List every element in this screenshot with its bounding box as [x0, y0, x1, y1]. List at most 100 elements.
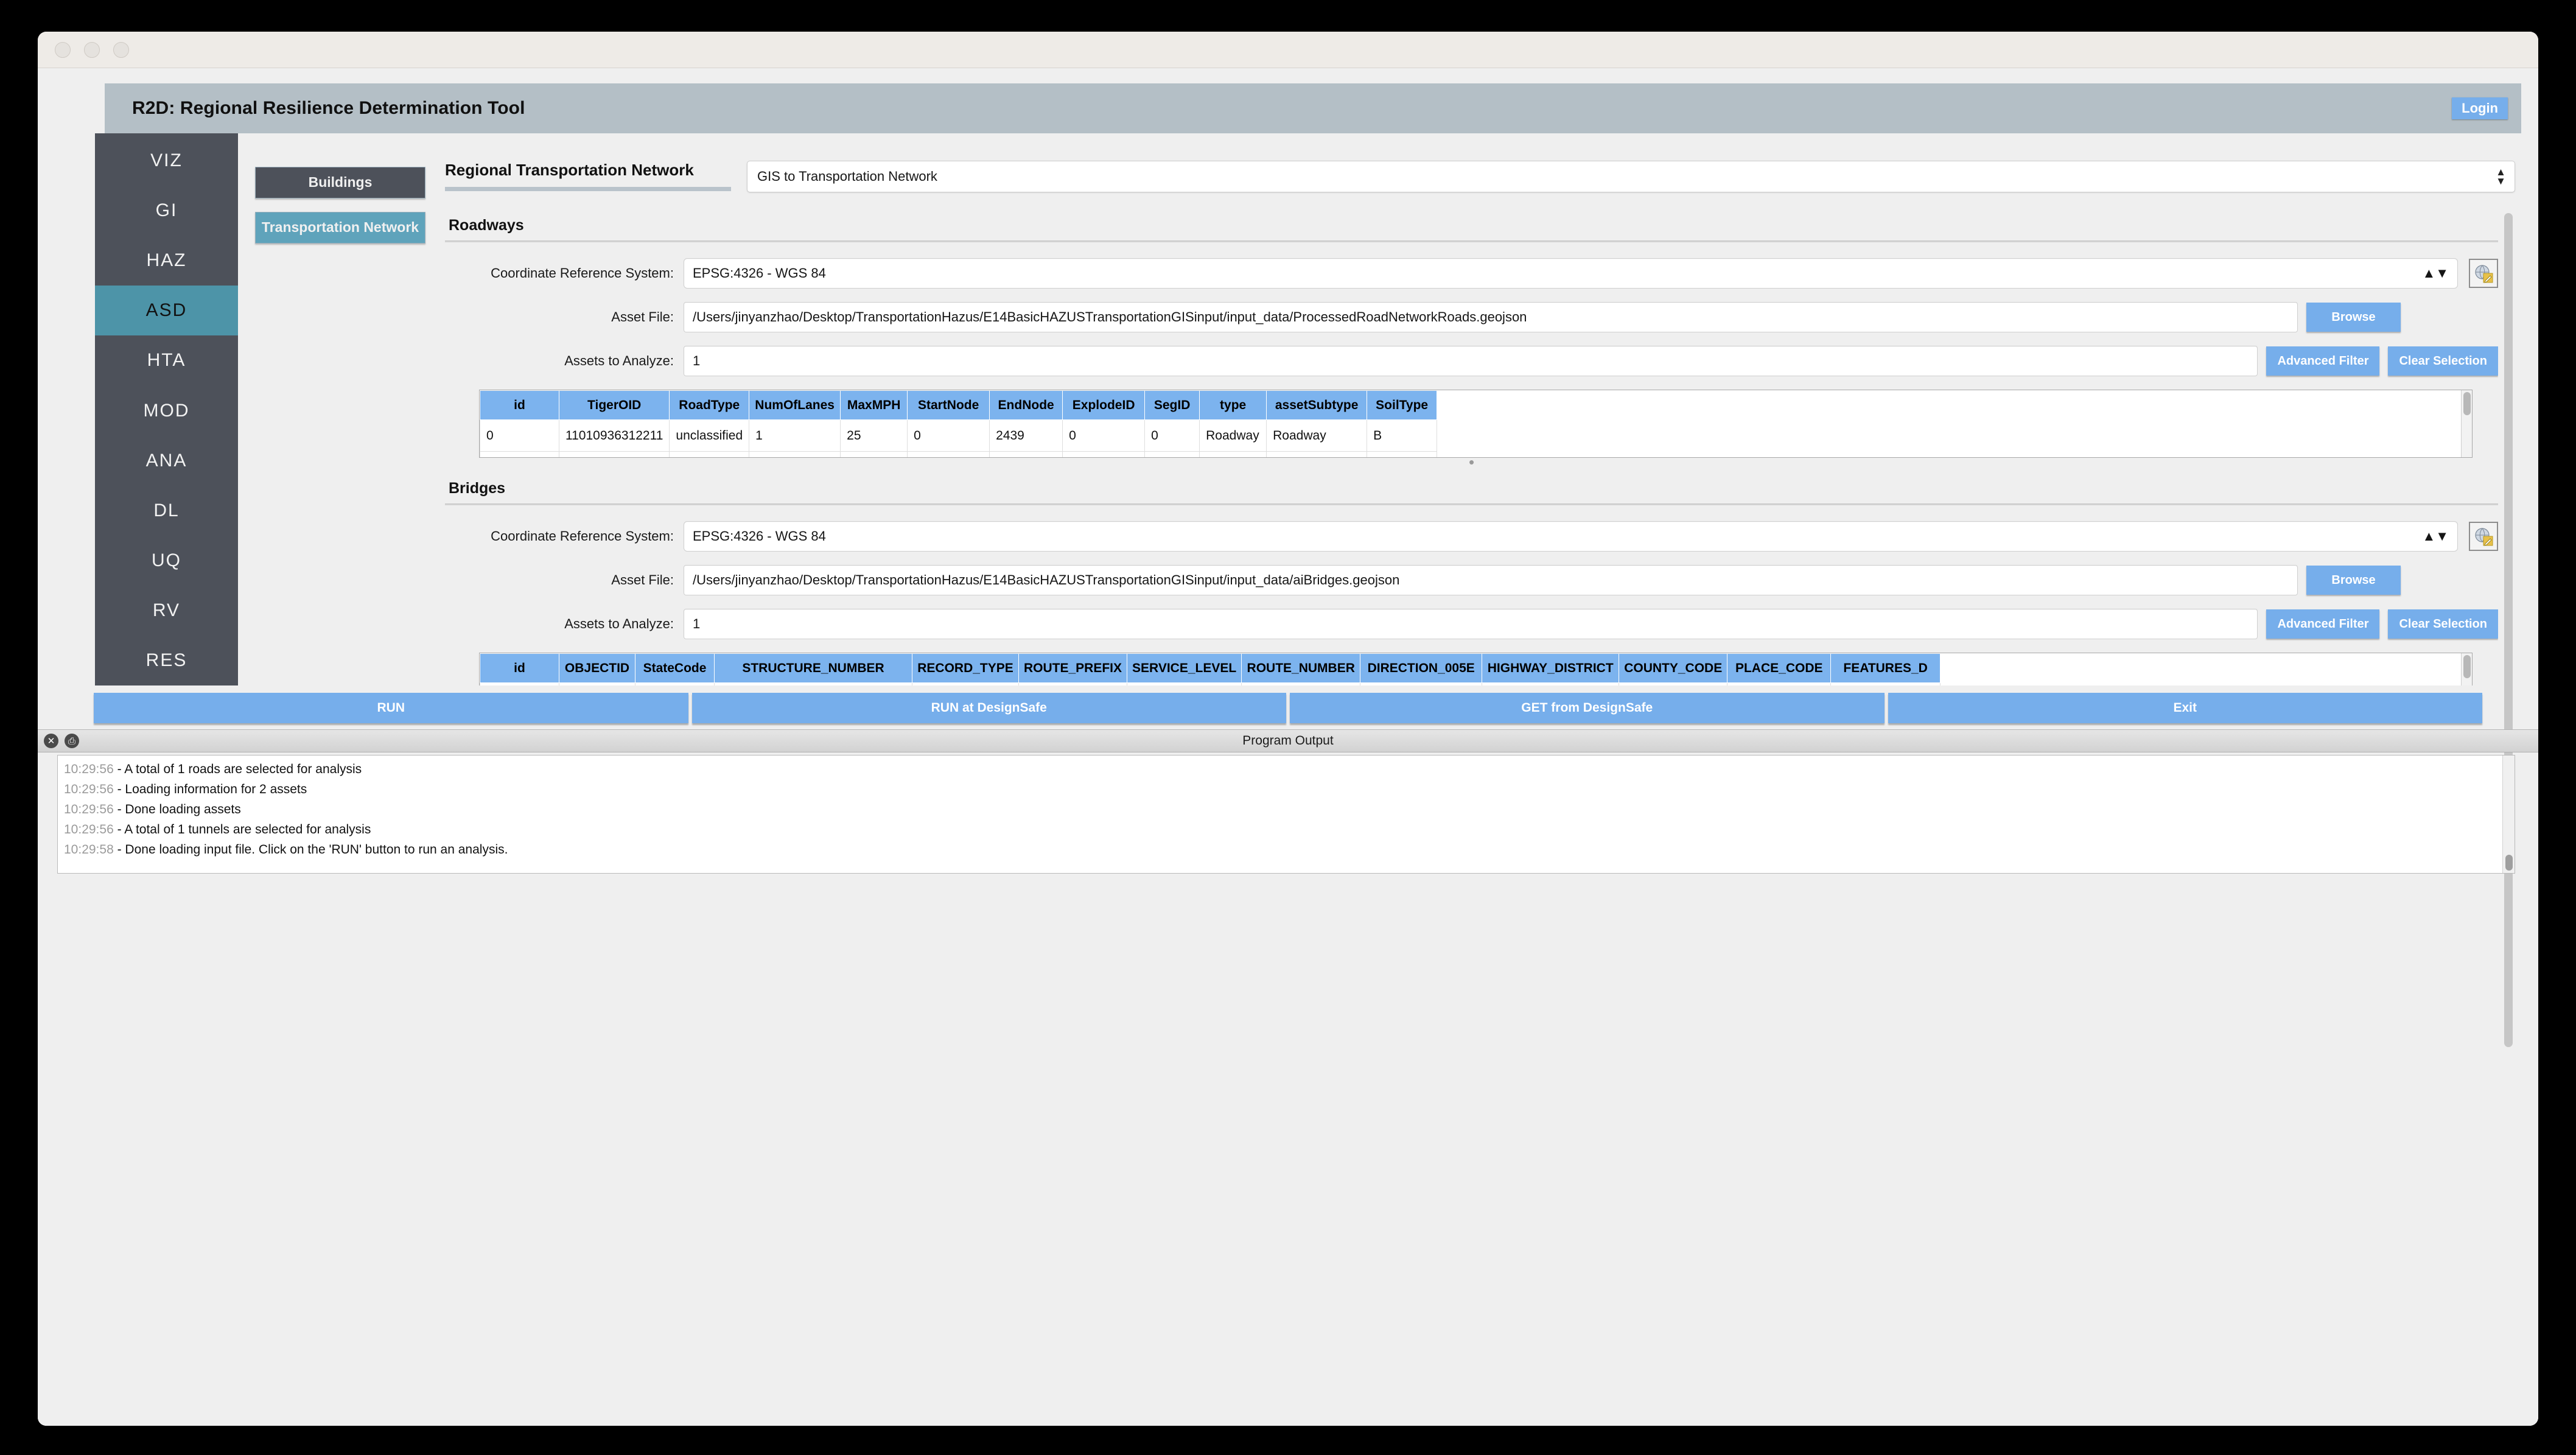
sidebar-item-dl[interactable]: DL — [95, 486, 238, 536]
table-cell[interactable]: 11010936312211 — [558, 451, 670, 457]
table-cell[interactable]: ALAMEDA LAKE — [1830, 682, 1941, 685]
table-vertical-scrollbar[interactable] — [2461, 390, 2472, 457]
column-header-assetsubtype[interactable]: assetSubtype — [1266, 390, 1368, 420]
table-cell[interactable]: 0 — [1127, 682, 1242, 685]
login-button[interactable]: Login — [2452, 97, 2508, 119]
button-run-at-designsafe[interactable]: RUN at DesignSafe — [691, 693, 1286, 723]
crs-select-bridges[interactable]: EPSG:4326 - WGS 84 ▲▼ — [684, 521, 2458, 552]
table-row[interactable]: 0 11010936312211 unclassified 1 25 0 2439 0 0 Roa… — [480, 419, 1438, 452]
clear-selection-button-bridges[interactable]: Clear Selection — [2388, 609, 2498, 639]
column-header-place_code[interactable]: PLACE_CODE — [1727, 653, 1832, 683]
subtab-transportation-network[interactable]: Transportation Network — [255, 212, 425, 244]
log-scrollbar-thumb[interactable] — [2505, 855, 2513, 871]
column-header-endnode[interactable]: EndNode — [989, 390, 1063, 420]
globe-pencil-icon[interactable] — [2469, 522, 2498, 551]
column-header-roadtype[interactable]: RoadType — [669, 390, 750, 420]
advanced-filter-button-bridges[interactable]: Advanced Filter — [2266, 609, 2380, 639]
crs-select-roadways[interactable]: EPSG:4326 - WGS 84 ▲▼ — [684, 258, 2458, 289]
table-cell[interactable]: 0 — [1062, 419, 1146, 452]
column-header-tigeroid[interactable]: TigerOID — [558, 390, 670, 420]
asset-file-input-roadways[interactable]: /Users/jinyanzhao/Desktop/Transportation… — [684, 302, 2298, 332]
table-cell[interactable]: Roadway — [1199, 419, 1267, 452]
column-header-type[interactable]: type — [1199, 390, 1267, 420]
globe-pencil-icon[interactable] — [2469, 259, 2498, 288]
table-cell[interactable]: 0 — [480, 419, 559, 452]
advanced-filter-button-roadways[interactable]: Advanced Filter — [2266, 346, 2380, 376]
section-splitter-handle[interactable]: • — [445, 454, 2498, 474]
sidebar-item-ana[interactable]: ANA — [95, 436, 238, 486]
table-cell[interactable]: 2439 — [989, 419, 1063, 452]
column-header-numoflanes[interactable]: NumOfLanes — [749, 390, 841, 420]
sidebar-item-rv[interactable]: RV — [95, 586, 238, 636]
column-header-id[interactable]: id — [480, 390, 559, 420]
sidebar-item-hta[interactable]: HTA — [95, 335, 238, 385]
table-cell[interactable]: 25 — [840, 451, 908, 457]
minimize-window-button[interactable] — [84, 41, 100, 58]
sidebar-item-gi[interactable]: GI — [95, 186, 238, 236]
asset-file-input-bridges[interactable]: /Users/jinyanzhao/Desktop/Transportation… — [684, 565, 2298, 595]
sidebar-item-mod[interactable]: MOD — [95, 385, 238, 435]
table-cell[interactable]: 1 — [749, 419, 841, 452]
column-header-segid[interactable]: SegID — [1144, 390, 1200, 420]
table-row[interactable]: 0482170633C02291500000000400100562ALAMED… — [480, 682, 1941, 685]
column-header-county_code[interactable]: COUNTY_CODE — [1619, 653, 1728, 683]
column-header-explodeid[interactable]: ExplodeID — [1062, 390, 1146, 420]
table-cell[interactable]: 1 — [749, 451, 841, 457]
sidebar-item-res[interactable]: RES — [95, 636, 238, 685]
scrollbar-thumb[interactable] — [2463, 655, 2471, 678]
column-header-structure_number[interactable]: STRUCTURE_NUMBER — [714, 653, 912, 683]
close-window-button[interactable] — [55, 41, 71, 58]
main-vertical-scrollbar[interactable] — [2502, 213, 2515, 1047]
column-header-maxmph[interactable]: MaxMPH — [840, 390, 908, 420]
table-cell[interactable]: 0 — [1144, 419, 1200, 452]
table-cell[interactable]: 1 — [1144, 451, 1200, 457]
table-cell[interactable]: 33C0229 — [714, 682, 912, 685]
sidebar-item-viz[interactable]: VIZ — [95, 136, 238, 186]
column-header-features_d[interactable]: FEATURES_D — [1830, 653, 1941, 683]
table-cell[interactable]: 0 — [1360, 682, 1483, 685]
column-header-record_type[interactable]: RECORD_TYPE — [912, 653, 1019, 683]
table-cell[interactable]: 48217 — [559, 682, 635, 685]
column-header-statecode[interactable]: StateCode — [635, 653, 715, 683]
table-cell[interactable]: 11010936312211 — [558, 419, 670, 452]
scrollbar-thumb[interactable] — [2463, 392, 2471, 415]
column-header-id[interactable]: id — [480, 653, 559, 683]
assets-to-analyze-input-roadways[interactable]: 1 — [684, 346, 2258, 376]
table-cell[interactable]: 0 — [907, 451, 990, 457]
asset-table-bridges[interactable]: id OBJECTID StateCode STRUCTURE_NUMBER RECOR… — [479, 653, 2473, 685]
column-header-route_number[interactable]: ROUTE_NUMBER — [1241, 653, 1361, 683]
table-cell[interactable]: Roadway — [1199, 451, 1267, 457]
asset-table-roadways[interactable]: id TigerOID RoadType NumOfLanes MaxMPH StartN… — [479, 390, 2473, 458]
table-cell[interactable]: 5 — [1018, 682, 1128, 685]
column-header-service_level[interactable]: SERVICE_LEVEL — [1127, 653, 1242, 683]
table-cell[interactable]: 00562 — [1727, 682, 1832, 685]
table-cell[interactable]: Roadway — [1266, 451, 1368, 457]
table-cell[interactable]: 001 — [1619, 682, 1728, 685]
button-get-from-designsafe[interactable]: GET from DesignSafe — [1290, 693, 1885, 723]
table-cell[interactable]: 0 — [907, 419, 990, 452]
table-cell[interactable]: B — [1367, 451, 1438, 457]
button-run[interactable]: RUN — [94, 693, 688, 723]
sidebar-item-uq[interactable]: UQ — [95, 536, 238, 586]
column-header-objectid[interactable]: OBJECTID — [559, 653, 635, 683]
table-cell[interactable]: 25 — [840, 419, 908, 452]
table-cell[interactable]: 1 — [912, 682, 1019, 685]
browse-button-bridges[interactable]: Browse — [2306, 566, 2401, 595]
table-cell[interactable]: B — [1367, 419, 1438, 452]
table-row[interactable]: 111010936312211unclassified1250243911Roa… — [480, 451, 1438, 457]
table-cell[interactable]: Roadway — [1266, 419, 1368, 452]
column-header-direction_005e[interactable]: DIRECTION_005E — [1360, 653, 1483, 683]
column-header-highway_district[interactable]: HIGHWAY_DISTRICT — [1482, 653, 1620, 683]
table-cell[interactable]: unclassified — [669, 419, 750, 452]
table-cell[interactable]: 04 — [1482, 682, 1620, 685]
log-scrollbar[interactable] — [2502, 756, 2515, 873]
table-vertical-scrollbar[interactable] — [2461, 653, 2472, 685]
subtab-buildings[interactable]: Buildings — [255, 167, 425, 198]
sidebar-item-asd[interactable]: ASD — [95, 286, 238, 336]
network-type-select[interactable]: GIS to Transportation Network ▲ ▼ — [747, 161, 2515, 192]
table-cell[interactable]: 1 — [480, 451, 559, 457]
column-header-startnode[interactable]: StartNode — [907, 390, 990, 420]
table-cell[interactable]: unclassified — [669, 451, 750, 457]
table-cell[interactable]: 1 — [1062, 451, 1146, 457]
assets-to-analyze-input-bridges[interactable]: 1 — [684, 609, 2258, 639]
